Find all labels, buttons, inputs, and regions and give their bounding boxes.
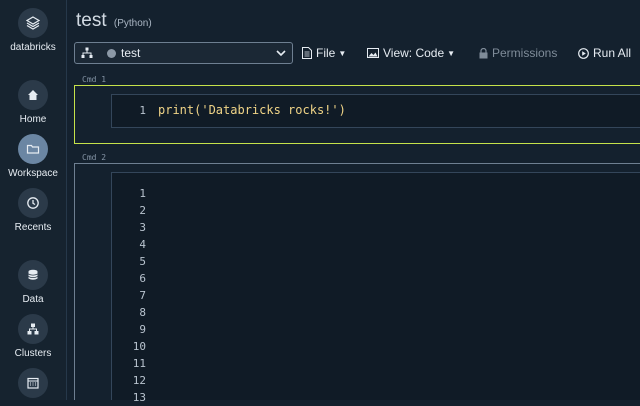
file-icon (302, 47, 312, 59)
notebook-toolbar: test File ▼ View: Code ▼ Permissions Run… (74, 42, 640, 64)
databricks-logo-icon (18, 8, 48, 38)
line-number: 3 (139, 221, 146, 234)
line-number: 2 (139, 204, 146, 217)
line-number: 5 (139, 255, 146, 268)
run-all-label: Run All (593, 46, 632, 60)
permissions-label: Permissions (492, 46, 558, 60)
notebook-cell[interactable]: 1 2 3 4 5 6 7 8 9 10 11 12 13 (74, 163, 640, 404)
line-number: 1 (139, 104, 146, 117)
sidebar-item-data[interactable]: Data (0, 260, 66, 305)
line-number: 6 (139, 272, 146, 285)
cluster-icon (18, 314, 48, 344)
notebook-cell-active[interactable]: 1 print('Databricks rocks!') (74, 85, 640, 144)
code-text: print('Databricks rocks!') (158, 103, 346, 117)
cell-label: Cmd 1 (82, 75, 107, 84)
line-number: 9 (139, 323, 146, 336)
line-number: 7 (139, 289, 146, 302)
line-number: 12 (132, 374, 146, 387)
clock-icon (18, 188, 48, 218)
permissions-button[interactable]: Permissions (479, 46, 557, 60)
sidebar-item-recents[interactable]: Recents (0, 188, 66, 233)
cluster-tree-icon (81, 47, 93, 58)
sidebar: databricks Home Workspace Recents Data C… (0, 0, 67, 400)
sidebar-item-label: Home (19, 114, 47, 125)
chevron-down-icon (276, 50, 286, 57)
caret-down-icon: ▼ (447, 48, 456, 58)
line-number-gutter: 1 2 3 4 5 6 7 8 9 10 11 12 13 (112, 185, 146, 406)
home-icon (18, 80, 48, 110)
cluster-status-dot (107, 49, 116, 58)
line-number: 10 (132, 340, 146, 353)
view-menu-button[interactable]: View: Code ▼ (367, 46, 455, 60)
file-menu-button[interactable]: File ▼ (302, 46, 346, 60)
code-editor[interactable]: 1 print('Databricks rocks!') (111, 94, 640, 128)
code-line[interactable]: print('Databricks rocks!') (158, 102, 346, 119)
folder-icon (18, 134, 48, 164)
run-all-button[interactable]: Run All (578, 46, 631, 60)
sidebar-item-label: Recents (14, 222, 52, 233)
cluster-name: test (121, 46, 141, 60)
sidebar-item-jobs[interactable] (0, 368, 66, 398)
file-label: File (316, 46, 336, 60)
image-icon (367, 48, 379, 58)
line-number: 1 (139, 187, 146, 200)
lock-icon (479, 47, 488, 58)
line-number: 11 (132, 357, 146, 370)
notebook-title: test (Python) (76, 10, 152, 32)
notebook-name[interactable]: test (76, 10, 107, 31)
logo-label: databricks (10, 42, 56, 53)
caret-down-icon: ▼ (338, 48, 347, 58)
databricks-logo[interactable]: databricks (0, 8, 66, 53)
line-number: 8 (139, 306, 146, 319)
sidebar-item-label: Data (22, 294, 44, 305)
sidebar-item-label: Workspace (8, 168, 58, 179)
calendar-icon (18, 368, 48, 398)
view-label: View: Code (383, 46, 445, 60)
cluster-select[interactable]: test (74, 42, 293, 64)
line-number-gutter: 1 (112, 102, 146, 119)
sidebar-item-home[interactable]: Home (0, 80, 66, 125)
database-icon (18, 260, 48, 290)
code-editor[interactable]: 1 2 3 4 5 6 7 8 9 10 11 12 13 (111, 172, 640, 404)
sidebar-item-clusters[interactable]: Clusters (0, 314, 66, 359)
line-number: 4 (139, 238, 146, 251)
line-number: 13 (132, 391, 146, 404)
play-circle-icon (578, 47, 589, 59)
sidebar-item-label: Clusters (14, 348, 52, 359)
cell-label: Cmd 2 (82, 153, 107, 162)
sidebar-item-workspace[interactable]: Workspace (0, 134, 66, 179)
notebook-language: (Python) (113, 18, 152, 29)
